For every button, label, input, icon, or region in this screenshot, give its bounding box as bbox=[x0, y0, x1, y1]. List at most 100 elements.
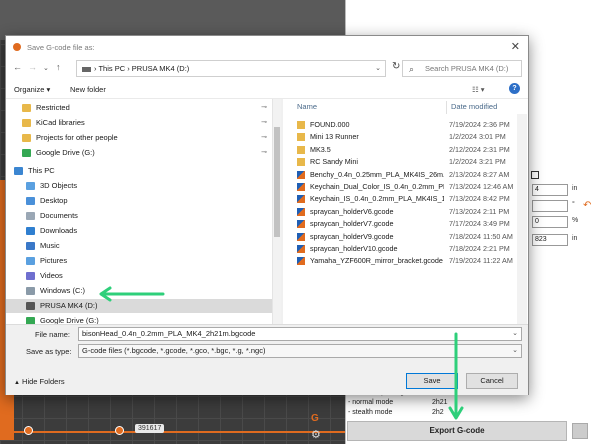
file-row[interactable]: Benchy_0.4n_0.25mm_PLA_MK4IS_26m.g... 2/1… bbox=[283, 169, 523, 181]
file-row[interactable]: RC Sandy Mini 1/2/2024 3:21 PM bbox=[283, 156, 523, 168]
nav-item-label: Music bbox=[40, 241, 60, 250]
normal-mode-label: - normal mode bbox=[348, 399, 394, 406]
chevron-up-icon: ▲ bbox=[14, 380, 20, 386]
pin-icon[interactable]: ⊸ bbox=[261, 131, 267, 145]
nav-item-label: PRUSA MK4 (D:) bbox=[40, 301, 98, 310]
column-name[interactable]: Name bbox=[297, 102, 317, 111]
file-row[interactable]: spraycan_holderV7.gcode 7/17/2024 3:49 PM bbox=[283, 218, 523, 230]
google-drive-icon bbox=[22, 149, 31, 157]
view-options-icon[interactable]: ☷ ▾ bbox=[472, 85, 485, 94]
nav-item[interactable]: This PC bbox=[6, 164, 272, 178]
help-icon[interactable]: ? bbox=[509, 83, 520, 94]
file-row[interactable]: Yamaha_YZF600R_mirror_bracket.gcode 7/19/… bbox=[283, 255, 523, 267]
save-type-label: Save as type: bbox=[26, 347, 72, 356]
save-type-value: G-code files (*.bgcode, *.gcode, *.gco, … bbox=[82, 346, 266, 355]
file-row[interactable]: spraycan_holderV10.gcode 7/18/2024 2:21 P… bbox=[283, 243, 523, 255]
file-row[interactable]: Keychain_Dual_Color_IS_0.4n_0.2mm_PL... 7… bbox=[283, 181, 523, 193]
pin-icon[interactable]: ⊸ bbox=[261, 116, 267, 130]
stealth-mode-time: 2h2 bbox=[432, 409, 444, 416]
folder-icon bbox=[22, 104, 31, 112]
g-code-icon[interactable]: G bbox=[311, 413, 319, 424]
send-to-printer-icon[interactable] bbox=[572, 423, 588, 439]
size-z-field[interactable]: 823 bbox=[532, 234, 568, 246]
save-type-dropdown-icon[interactable]: ⌄ bbox=[512, 345, 518, 357]
gcode-file-icon bbox=[297, 220, 305, 229]
nav-item[interactable]: Restricted ⊸ bbox=[6, 101, 272, 115]
folder-icon bbox=[297, 158, 305, 167]
scale-field[interactable]: 0 bbox=[532, 216, 568, 228]
file-scrollbar[interactable] bbox=[517, 114, 527, 324]
address-bar[interactable]: › This PC › PRUSA MK4 (D:) ⌄ bbox=[76, 60, 386, 77]
pictures-icon bbox=[26, 257, 35, 265]
nav-item-label: Projects for other people bbox=[36, 133, 118, 142]
command-bar: Organize ▾ New folder ☷ ▾ ? bbox=[6, 80, 528, 99]
folder-icon bbox=[297, 133, 305, 142]
unit-percent: % bbox=[572, 217, 579, 224]
normal-mode-time: 2h21 bbox=[432, 399, 448, 406]
nav-item[interactable]: Google Drive (G:) ⊸ bbox=[6, 146, 272, 160]
navigation-bar: ← → ⌄ ↑ › This PC › PRUSA MK4 (D:) ⌄ ↻ ⌕… bbox=[6, 58, 528, 80]
nav-scrollbar[interactable] bbox=[272, 99, 281, 324]
nav-item[interactable]: Google Drive (G:) bbox=[6, 314, 272, 324]
nav-scrollbar-thumb[interactable] bbox=[274, 127, 280, 237]
nav-item[interactable]: Pictures bbox=[6, 254, 272, 268]
nav-item[interactable]: Documents bbox=[6, 209, 272, 223]
unit-in-1: in bbox=[572, 185, 578, 192]
google-drive-icon bbox=[26, 317, 35, 324]
file-row[interactable]: Mini 13 Runner 1/2/2024 3:01 PM bbox=[283, 131, 523, 143]
file-list[interactable]: Name Date modified FOUND.000 7/19/2024 2:… bbox=[283, 99, 528, 324]
up-arrow-icon[interactable]: ↑ bbox=[56, 62, 61, 72]
slider-knob-right[interactable] bbox=[115, 426, 124, 435]
file-row[interactable]: spraycan_holderV9.gcode 7/18/2024 11:50 A… bbox=[283, 231, 523, 243]
file-row[interactable]: spraycan_holderV6.gcode 7/13/2024 2:11 PM bbox=[283, 206, 523, 218]
size-field[interactable]: 4 bbox=[532, 184, 568, 196]
nav-item[interactable]: 3D Objects bbox=[6, 179, 272, 193]
stealth-mode-label: - stealth mode bbox=[348, 409, 393, 416]
back-arrow-icon[interactable]: ← bbox=[13, 62, 22, 72]
search-input[interactable]: ⌕ Search PRUSA MK4 (D:) bbox=[402, 60, 522, 77]
address-dropdown-icon[interactable]: ⌄ bbox=[375, 61, 381, 76]
recent-locations-icon[interactable]: ⌄ bbox=[43, 64, 49, 72]
drive-icon bbox=[82, 66, 91, 72]
nav-item-label: Documents bbox=[40, 211, 78, 220]
export-gcode-button[interactable]: Export G-code bbox=[347, 421, 567, 441]
column-date-modified[interactable]: Date modified bbox=[451, 102, 497, 111]
annotation-arrow-down-icon bbox=[448, 332, 464, 420]
organize-button[interactable]: Organize ▾ bbox=[14, 85, 50, 94]
file-name-dropdown-icon[interactable]: ⌄ bbox=[512, 328, 518, 340]
close-icon[interactable]: ✕ bbox=[511, 40, 520, 53]
file-row[interactable]: FOUND.000 7/19/2024 2:36 PM bbox=[283, 119, 523, 131]
nav-item[interactable]: Videos bbox=[6, 269, 272, 283]
file-name: spraycan_holderV7.gcode bbox=[310, 219, 394, 229]
column-separator[interactable] bbox=[446, 101, 447, 114]
forward-arrow-icon[interactable]: → bbox=[28, 62, 37, 72]
horizontal-slider-track[interactable] bbox=[0, 431, 345, 433]
hide-folders-button[interactable]: ▲ Hide Folders bbox=[14, 377, 65, 386]
cancel-button[interactable]: Cancel bbox=[466, 373, 518, 389]
gcode-file-icon bbox=[297, 232, 305, 241]
reset-rotation-icon[interactable]: ↶ bbox=[583, 200, 591, 211]
pin-icon[interactable]: ⊸ bbox=[261, 101, 267, 115]
pin-icon[interactable]: ⊸ bbox=[261, 146, 267, 160]
nav-item-label: Google Drive (G:) bbox=[36, 148, 95, 157]
slider-knob-left[interactable] bbox=[24, 426, 33, 435]
nav-item[interactable]: Desktop bbox=[6, 194, 272, 208]
gear-icon[interactable]: ⚙ bbox=[311, 428, 321, 441]
file-name: Keychain_Dual_Color_IS_0.4n_0.2mm_PL... bbox=[310, 182, 444, 191]
breadcrumb: › This PC › PRUSA MK4 (D:) bbox=[94, 64, 190, 73]
file-row[interactable]: MK3.5 2/12/2024 2:31 PM bbox=[283, 144, 523, 156]
nav-item[interactable]: Downloads bbox=[6, 224, 272, 238]
checkbox-icon[interactable] bbox=[531, 171, 539, 179]
nav-item-label: KiCad libraries bbox=[36, 118, 85, 127]
file-name: Keychain_IS_0.4n_0.2mm_PLA_MK4IS_10... bbox=[310, 194, 444, 204]
file-row[interactable]: Keychain_IS_0.4n_0.2mm_PLA_MK4IS_10... 7/… bbox=[283, 193, 523, 205]
file-name-value: bisonHead_0.4n_0.2mm_PLA_MK4_2h21m.bgcod… bbox=[82, 329, 256, 338]
nav-item[interactable]: Music bbox=[6, 239, 272, 253]
file-date: 7/13/2024 2:11 PM bbox=[449, 206, 510, 216]
refresh-icon[interactable]: ↻ bbox=[392, 61, 400, 72]
rotation-field[interactable] bbox=[532, 200, 568, 212]
nav-item[interactable]: Projects for other people ⊸ bbox=[6, 131, 272, 145]
nav-item[interactable]: KiCad libraries ⊸ bbox=[6, 116, 272, 130]
downloads-icon bbox=[26, 227, 35, 235]
new-folder-button[interactable]: New folder bbox=[70, 85, 106, 94]
